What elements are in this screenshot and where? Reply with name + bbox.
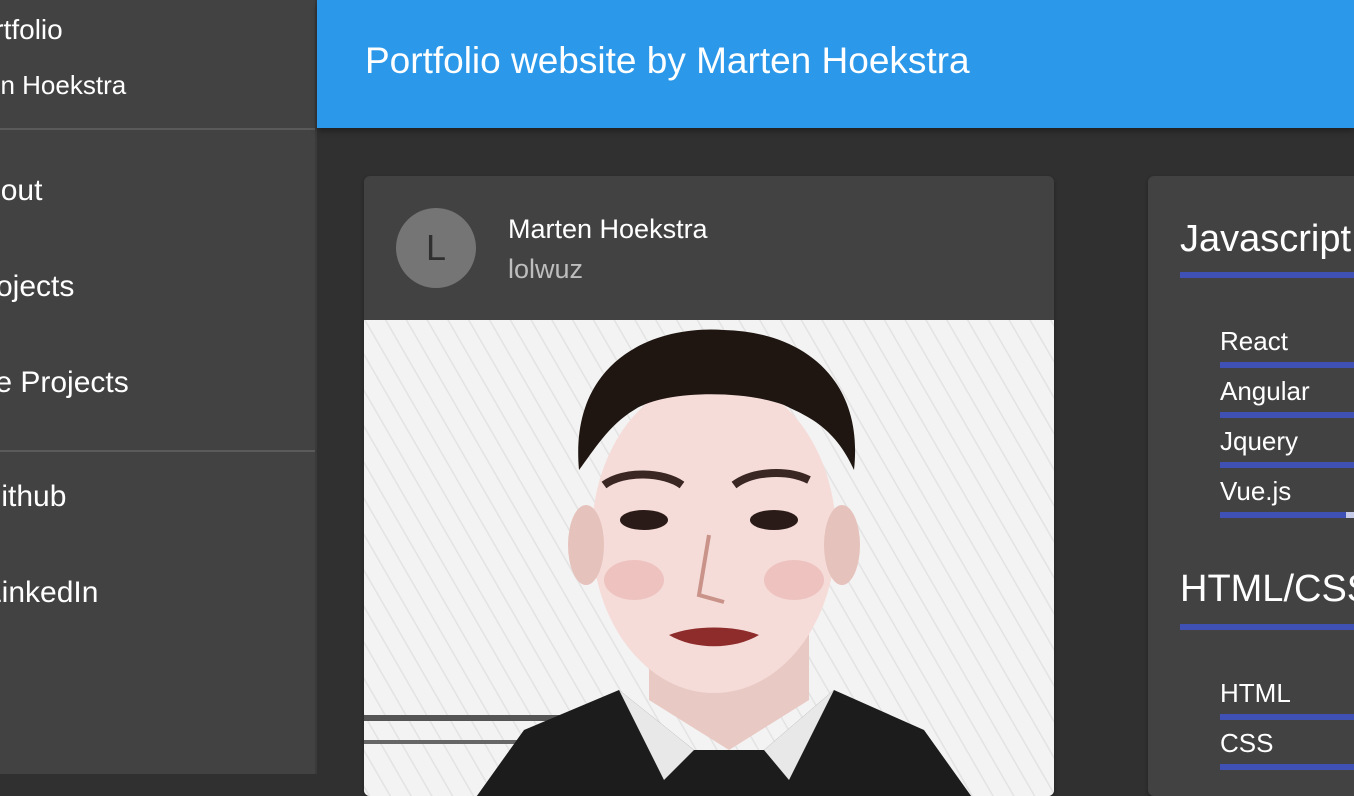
drawer-header: Portfolio Marten Hoekstra — [0, 0, 315, 130]
skill-label-angular: Angular — [1220, 376, 1310, 406]
app-bar: Portfolio website by Marten Hoekstra — [317, 0, 1354, 128]
skills-card: Javascript React Angular Jquery Vue.js H… — [1148, 176, 1354, 796]
skill-label-vuejs: Vue.js — [1220, 476, 1292, 506]
skill-label-jquery: Jquery — [1220, 426, 1299, 456]
nav-item-about[interactable]: About — [0, 174, 42, 208]
profile-handle: lolwuz — [508, 254, 584, 284]
nav-item-linkedin[interactable]: LinkedIn — [0, 576, 98, 610]
nav-item-projects[interactable]: Projects — [0, 270, 74, 304]
drawer-subtitle: Marten Hoekstra — [0, 70, 127, 100]
drawer-title: Portfolio — [0, 14, 63, 45]
skill-bar-jquery — [1220, 462, 1354, 468]
nav-item-github[interactable]: Github — [0, 480, 66, 514]
skill-label-html: HTML — [1220, 678, 1291, 708]
skill-bar-vuejs — [1220, 512, 1354, 518]
nav-item-live-projects[interactable]: Live Projects — [0, 366, 129, 400]
portrait-illustration — [364, 320, 1054, 796]
app-bar-title: Portfolio website by Marten Hoekstra — [365, 40, 970, 81]
skill-bar-angular — [1220, 412, 1354, 418]
skill-label-react: React — [1220, 326, 1288, 356]
skill-group-title-htmlcss: HTML/CSS — [1180, 568, 1354, 610]
skill-group-underline — [1180, 624, 1354, 630]
profile-card: L Marten Hoekstra lolwuz — [364, 176, 1054, 796]
skill-bar-css — [1220, 764, 1354, 770]
skill-bar-react — [1220, 362, 1354, 368]
avatar: L — [396, 208, 476, 288]
profile-name: Marten Hoekstra — [508, 214, 708, 244]
skill-group-title-javascript: Javascript — [1180, 218, 1352, 260]
skill-label-css: CSS — [1220, 728, 1274, 758]
drawer-divider — [0, 450, 315, 452]
skill-group-underline — [1180, 272, 1354, 278]
skill-bar-html — [1220, 714, 1354, 720]
navigation-drawer: Portfolio Marten Hoekstra About Projects… — [0, 0, 317, 774]
profile-photo — [364, 320, 1054, 796]
